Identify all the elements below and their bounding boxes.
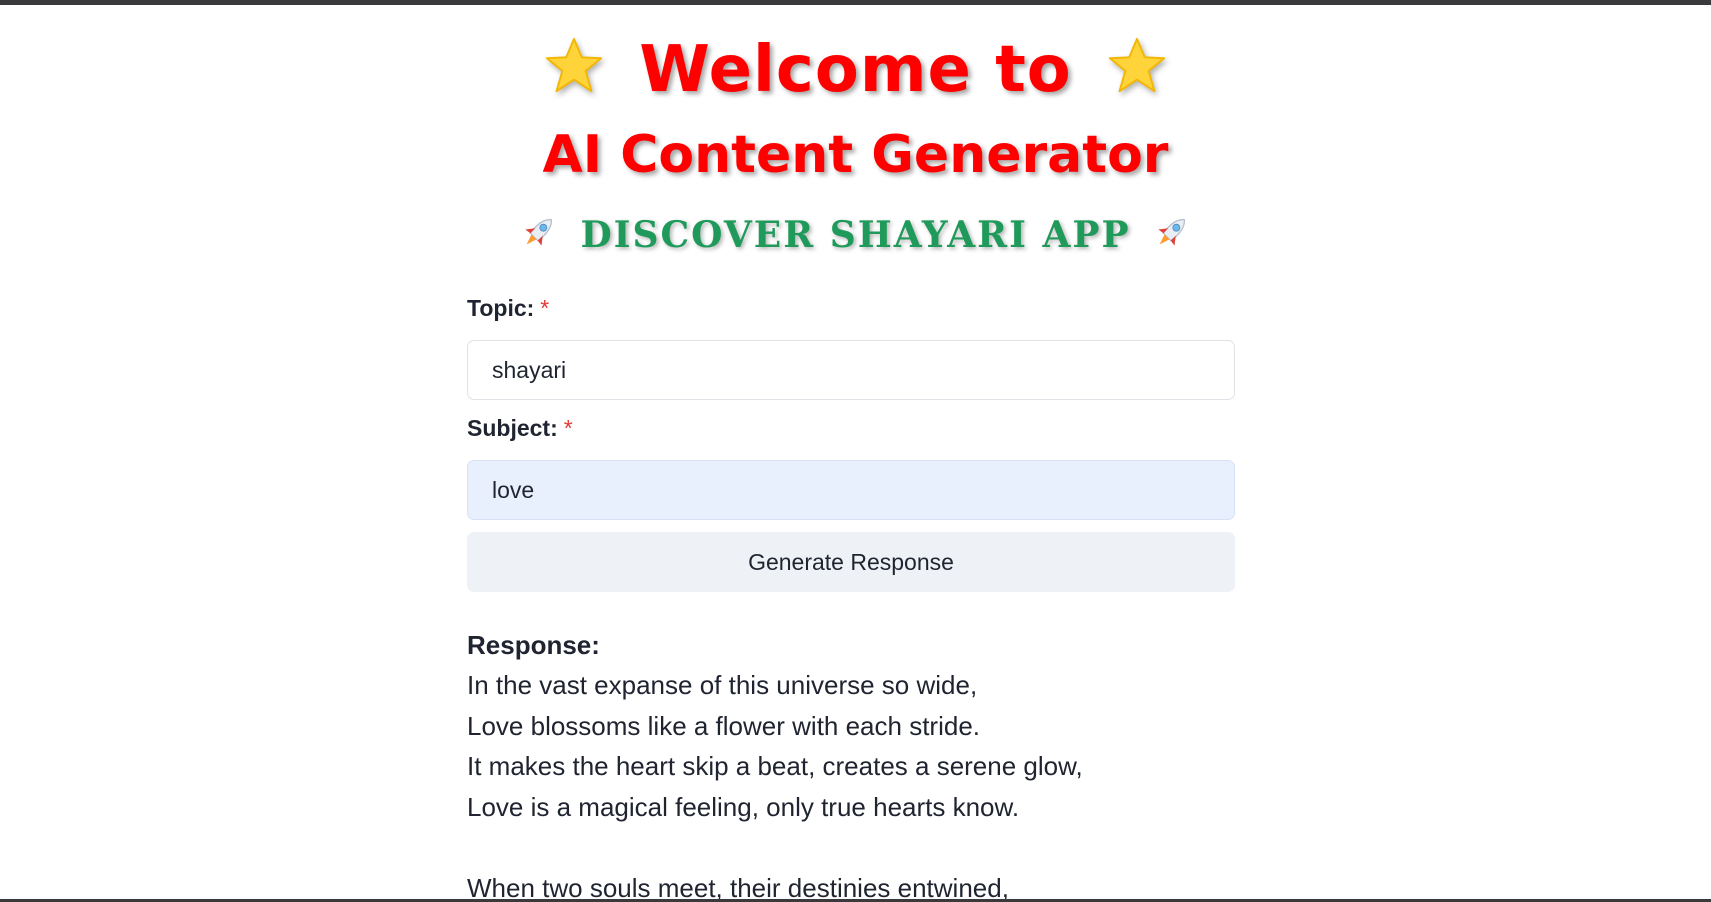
app-subtitle: DISCOVER SHAYARI APP bbox=[0, 211, 1711, 256]
topic-label: Topic: * bbox=[467, 295, 549, 322]
welcome-heading: Welcome to bbox=[0, 33, 1711, 107]
response-line: When two souls meet, their destinies ent… bbox=[467, 872, 1009, 900]
required-marker: * bbox=[563, 415, 573, 441]
star-icon bbox=[1108, 37, 1165, 93]
rocket-icon bbox=[1157, 218, 1185, 246]
response-heading: Response: bbox=[467, 630, 600, 660]
response-blank-line bbox=[467, 827, 1367, 868]
response-line: Love blossoms like a flower with each st… bbox=[467, 710, 981, 741]
response-section: Response: In the vast expanse of this un… bbox=[467, 625, 1367, 899]
subtitle-text: DISCOVER SHAYARI APP bbox=[580, 214, 1131, 256]
required-marker: * bbox=[540, 295, 550, 321]
star-icon bbox=[546, 37, 603, 93]
subject-label-text: Subject: bbox=[467, 415, 558, 441]
topic-label-text: Topic: bbox=[467, 295, 535, 321]
topic-input[interactable]: shayari bbox=[467, 340, 1235, 400]
subject-input[interactable]: love bbox=[467, 460, 1235, 520]
generate-response-button[interactable]: Generate Response bbox=[467, 532, 1235, 592]
rocket-icon bbox=[525, 218, 553, 246]
welcome-text: Welcome to bbox=[639, 33, 1072, 107]
response-line: Love is a magical feeling, only true hea… bbox=[467, 791, 1020, 822]
subject-label: Subject: * bbox=[467, 415, 573, 442]
app-page: Welcome to AI Content Generator DISCOVER… bbox=[0, 5, 1711, 899]
response-line: In the vast expanse of this universe so … bbox=[467, 670, 978, 700]
response-line: It makes the heart skip a beat, creates … bbox=[467, 751, 1083, 781]
app-title: AI Content Generator bbox=[542, 125, 1169, 185]
